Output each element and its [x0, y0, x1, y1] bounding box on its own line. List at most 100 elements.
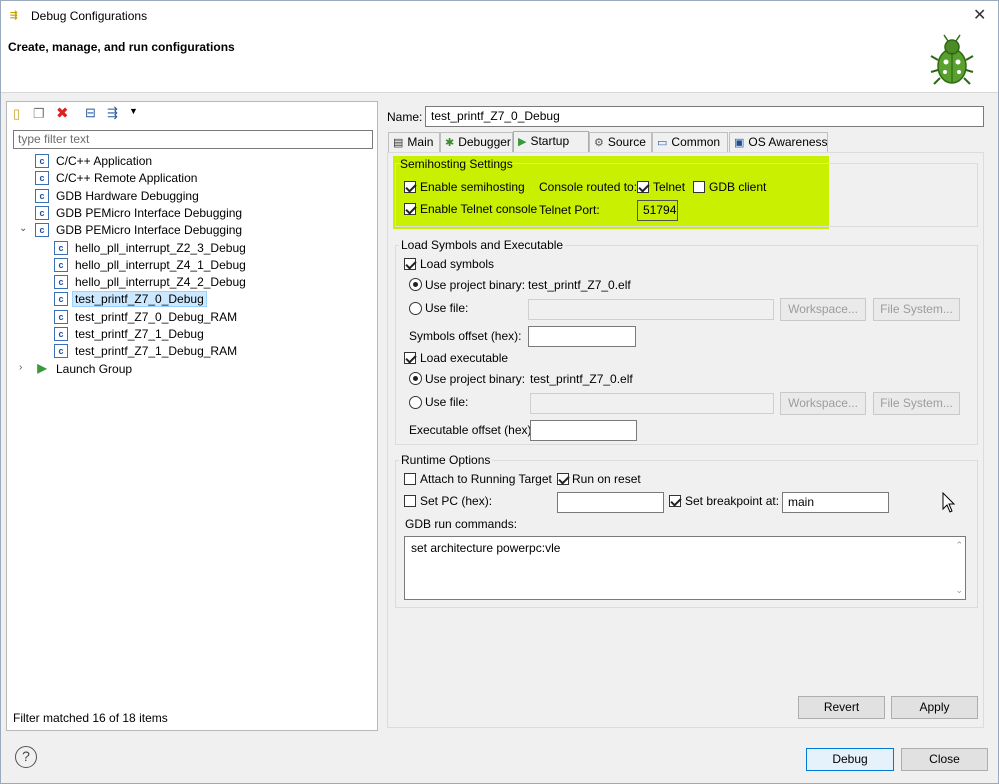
tree-item[interactable]: c hello_pll_interrupt_Z2_3_Debug [7, 240, 377, 257]
symbols-offset-input[interactable] [528, 326, 636, 347]
symbols-offset-label: Symbols offset (hex): [409, 329, 522, 343]
set-pc-label: Set PC (hex): [420, 494, 493, 508]
tree-item-label: test_printf_Z7_1_Debug_RAM [75, 344, 238, 359]
symbols-use-file-radio[interactable] [409, 302, 422, 315]
bug-icon: ✱ [445, 137, 455, 149]
collapse-all-icon[interactable]: ⊟ [85, 105, 96, 121]
load-symbols-label: Load symbols [420, 257, 495, 271]
scroll-up-icon[interactable]: ⌃ [955, 540, 963, 551]
exec-project-binary-radio[interactable] [409, 372, 422, 385]
name-label: Name: [387, 110, 423, 124]
revert-button[interactable]: Revert [798, 696, 885, 719]
tree-item[interactable]: c C/C++ Application [7, 153, 377, 170]
tree-item[interactable]: c test_printf_Z7_0_Debug_RAM [7, 309, 377, 326]
config-icon: c [54, 309, 68, 324]
set-breakpoint-label: Set breakpoint at: [685, 494, 780, 508]
tree-item[interactable]: c hello_pll_interrupt_Z4_1_Debug [7, 257, 377, 274]
tab-common[interactable]: ▭ Common [652, 132, 728, 152]
gdb-commands-textarea[interactable]: set architecture powerpc:vle ⌃ ⌄ [404, 536, 966, 600]
config-icon: c [54, 257, 68, 272]
tree-item-label: test_printf_Z7_0_Debug [72, 291, 207, 308]
file-icon: ▤ [393, 137, 404, 149]
tree-item-label: GDB PEMicro Interface Debugging [56, 205, 243, 220]
telnet-label: Telnet [653, 180, 686, 194]
config-icon: c [54, 292, 68, 307]
tree-item[interactable]: c GDB Hardware Debugging [7, 188, 377, 205]
tree-item[interactable]: c GDB PEMicro Interface Debugging [7, 205, 377, 222]
tab-source[interactable]: ⚙ Source [589, 132, 652, 152]
delete-icon[interactable]: ✖ [56, 104, 69, 122]
gdb-run-commands-label: GDB run commands: [405, 517, 518, 531]
filter-icon[interactable]: ⇶ [107, 105, 118, 121]
close-window-icon[interactable]: ✕ [973, 5, 986, 25]
close-button[interactable]: Close [901, 748, 988, 771]
filter-input[interactable]: type filter text [13, 130, 373, 149]
exec-use-file-radio[interactable] [409, 396, 422, 409]
scroll-down-icon[interactable]: ⌄ [955, 585, 963, 596]
os-icon: ▣ [734, 137, 745, 149]
play-icon: ▶ [518, 136, 527, 148]
tree-item[interactable]: c test_printf_Z7_0_Debug [7, 291, 377, 308]
exec-file-system-button[interactable]: File System... [873, 392, 960, 415]
tree-item[interactable]: › ▶ Launch Group [7, 361, 377, 378]
left-panel: ▯ ❐ ✖ ⊟ ⇶ ▼ type filter text c C/C++ Appl… [6, 101, 378, 731]
breakpoint-input[interactable]: main [782, 492, 889, 513]
gdb-client-checkbox[interactable] [693, 181, 705, 193]
tree-item-label: Launch Group [56, 361, 133, 376]
enable-telnet-checkbox[interactable] [404, 203, 416, 215]
telnet-checkbox[interactable] [637, 181, 649, 193]
symbols-file-input[interactable] [528, 299, 774, 320]
tab-label: Debugger [458, 135, 511, 149]
help-icon[interactable]: ? [15, 746, 37, 768]
tree-item[interactable]: c test_printf_Z7_1_Debug [7, 326, 377, 343]
tab-main[interactable]: ▤ Main [388, 132, 440, 152]
tab-label: Main [407, 135, 434, 149]
common-icon: ▭ [657, 137, 668, 149]
enable-semihosting-checkbox[interactable] [404, 181, 416, 193]
run-on-reset-label: Run on reset [572, 472, 641, 486]
enable-telnet-label: Enable Telnet console [420, 202, 538, 216]
load-executable-checkbox[interactable] [404, 352, 416, 364]
gdb-commands-text: set architecture powerpc:vle [411, 541, 561, 555]
symbols-binary-value: test_printf_Z7_0.elf [528, 278, 631, 292]
symbols-project-binary-radio[interactable] [409, 278, 422, 291]
tab-startup[interactable]: ▶ Startup [513, 131, 589, 153]
run-on-reset-checkbox[interactable] [557, 473, 569, 485]
chevron-right-icon[interactable]: › [19, 362, 22, 373]
exec-file-input[interactable] [530, 393, 774, 414]
chevron-down-icon[interactable]: ▼ [129, 106, 138, 116]
exec-project-binary-label: Use project binary: [425, 372, 526, 386]
tree-item[interactable]: c hello_pll_interrupt_Z4_2_Debug [7, 274, 377, 291]
semihosting-title: Semihosting Settings [400, 157, 513, 171]
set-breakpoint-checkbox[interactable] [669, 495, 681, 507]
attach-checkbox[interactable] [404, 473, 416, 485]
symbols-file-system-button[interactable]: File System... [873, 298, 960, 321]
tree-item[interactable]: c C/C++ Remote Application [7, 170, 377, 187]
enable-semihosting-label: Enable semihosting [420, 180, 525, 194]
set-pc-checkbox[interactable] [404, 495, 416, 507]
new-config-icon[interactable]: ▯ [13, 106, 20, 122]
tab-label: OS Awareness [748, 135, 828, 149]
tree-item[interactable]: ⌄ c GDB PEMicro Interface Debugging [7, 222, 377, 239]
app-icon: ⇶ [10, 10, 18, 20]
tree-item[interactable]: c test_printf_Z7_1_Debug_RAM [7, 343, 377, 360]
debug-button[interactable]: Debug [806, 748, 894, 771]
tab-debugger[interactable]: ✱ Debugger [440, 132, 513, 152]
source-icon: ⚙ [594, 137, 604, 149]
runtime-title: Runtime Options [399, 453, 493, 467]
exec-workspace-button[interactable]: Workspace... [780, 392, 866, 415]
load-symbols-checkbox[interactable] [404, 258, 416, 270]
apply-button[interactable]: Apply [891, 696, 978, 719]
dialog-header: Create, manage, and run configurations [1, 31, 998, 93]
name-input[interactable]: test_printf_Z7_0_Debug [425, 106, 984, 127]
duplicate-icon[interactable]: ❐ [33, 106, 45, 122]
load-group [395, 245, 978, 445]
telnet-port-input[interactable]: 51794 [637, 200, 678, 221]
tree-item-label: GDB Hardware Debugging [56, 188, 199, 203]
set-pc-input[interactable] [557, 492, 664, 513]
config-tree: c C/C++ Application c C/C++ Remote Applicat… [7, 153, 377, 383]
chevron-down-icon[interactable]: ⌄ [19, 223, 27, 234]
symbols-workspace-button[interactable]: Workspace... [780, 298, 866, 321]
exec-offset-input[interactable] [530, 420, 637, 441]
tab-os-awareness[interactable]: ▣ OS Awareness [729, 132, 828, 152]
